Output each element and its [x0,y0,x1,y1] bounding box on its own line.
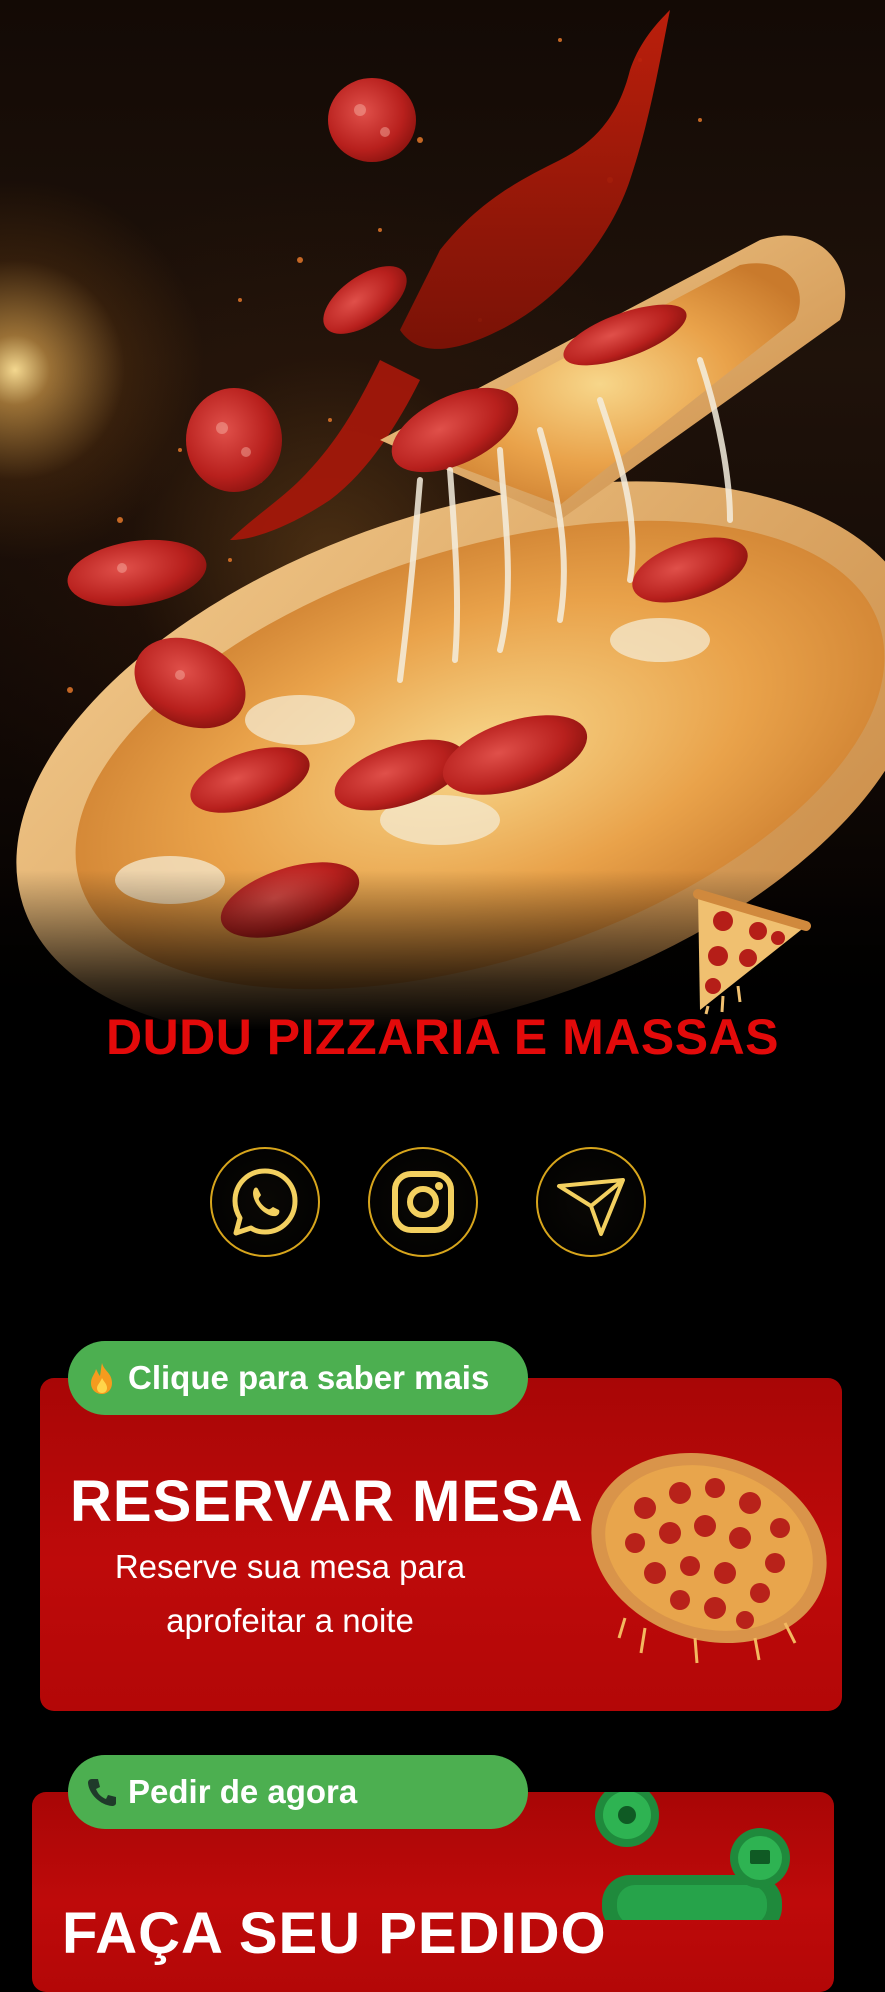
instagram-button[interactable] [368,1147,478,1257]
reserve-table-card[interactable]: RESERVAR MESA Reserve sua mesa para apro… [40,1378,842,1711]
phone-icon [86,1776,118,1808]
telegram-button[interactable] [536,1147,646,1257]
reserve-table-title: RESERVAR MESA [70,1469,584,1534]
order-now-badge[interactable]: Pedir de agora [68,1755,528,1829]
order-now-label: Pedir de agora [128,1773,358,1810]
instagram-icon [392,1171,454,1233]
whatsapp-button[interactable] [210,1147,320,1257]
send-icon [557,1178,625,1236]
hero-banner [0,0,885,1030]
reserve-table-subtitle: Reserve sua mesa para aprofeitar a noite [114,1548,466,1639]
pizza-slice-icon [693,889,811,1015]
place-order-title: FAÇA SEU PEDIDO [62,1901,607,1966]
pizza-image [591,1452,827,1664]
whatsapp-icon [232,1168,298,1236]
ordering-phone-image [595,1792,790,1920]
social-links [0,1147,885,1261]
learn-more-badge[interactable]: Clique para saber mais [68,1341,528,1415]
learn-more-label: Clique para saber mais [128,1359,490,1396]
fire-icon [86,1361,118,1395]
brand-title: DUDU PIZZARIA E MASSAS [105,1009,780,1065]
